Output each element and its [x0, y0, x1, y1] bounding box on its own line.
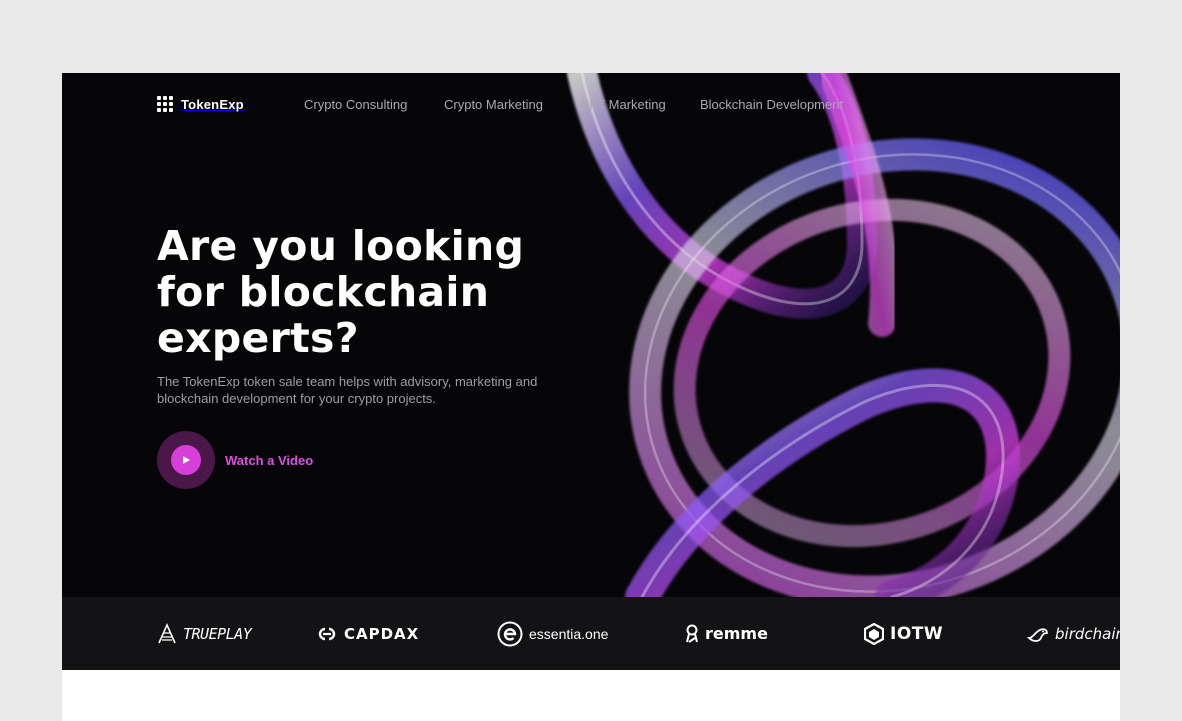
- partner-logo-remme: remme: [685, 597, 768, 670]
- watch-video-label[interactable]: Watch a Video: [225, 453, 313, 468]
- partner-logos-strip: TRUEPLAY CAPDAX essentia.one remme IOTW …: [62, 597, 1120, 670]
- hero-description: The TokenExp token sale team helps with …: [157, 374, 538, 406]
- partner-name: IOTW: [890, 623, 944, 644]
- nav-link-crypto-marketing[interactable]: Crypto Marketing: [444, 97, 543, 112]
- tokenexp-logo-icon: [157, 96, 173, 112]
- partner-name: birdchain: [1055, 624, 1120, 643]
- nav-link-nft-marketing[interactable]: NFT Marketing: [580, 97, 666, 112]
- hero-section: TokenExp Crypto Consulting Crypto Market…: [62, 73, 1120, 597]
- partner-logo-iotw: IOTW: [864, 597, 943, 670]
- brand-name: TokenExp: [181, 96, 244, 112]
- remme-logo-icon: [686, 624, 698, 643]
- headline-line: experts?: [157, 314, 359, 362]
- partner-logo-essentia: essentia.one: [497, 597, 608, 670]
- top-navigation: TokenExp Crypto Consulting Crypto Market…: [62, 73, 1120, 137]
- nav-link-blockchain-development[interactable]: Blockchain Development: [700, 97, 843, 112]
- play-button-ring[interactable]: [157, 431, 215, 489]
- play-icon[interactable]: [171, 445, 201, 475]
- nav-link-crypto-consulting[interactable]: Crypto Consulting: [304, 97, 407, 112]
- landing-page: TokenExp Crypto Consulting Crypto Market…: [62, 73, 1120, 721]
- trueplay-logo-icon: [158, 622, 176, 643]
- iotw-logo-icon: [864, 622, 884, 645]
- partner-name: remme: [705, 624, 768, 643]
- headline-line: Are you looking: [157, 222, 525, 270]
- partner-name: essentia.one: [529, 625, 609, 642]
- tokenexp-logo[interactable]: TokenExp: [157, 96, 244, 112]
- glass-chain-illustration: [567, 73, 1120, 597]
- partner-name: TRUEPLAY: [183, 624, 252, 643]
- watch-video-button[interactable]: Watch a Video: [157, 431, 313, 489]
- partner-logo-capdax: CAPDAX: [316, 597, 419, 670]
- partner-name: CAPDAX: [344, 624, 420, 643]
- birdchain-logo-icon: [1027, 627, 1048, 642]
- headline-line: for blockchain: [157, 268, 490, 316]
- partner-logo-birdchain: birdchain: [1027, 597, 1120, 670]
- essentia-logo-icon: [497, 621, 523, 646]
- capdax-logo-icon: [318, 627, 336, 640]
- hero-headline: Are you looking for blockchain experts?: [157, 223, 577, 361]
- partner-logo-trueplay: TRUEPLAY: [157, 597, 252, 670]
